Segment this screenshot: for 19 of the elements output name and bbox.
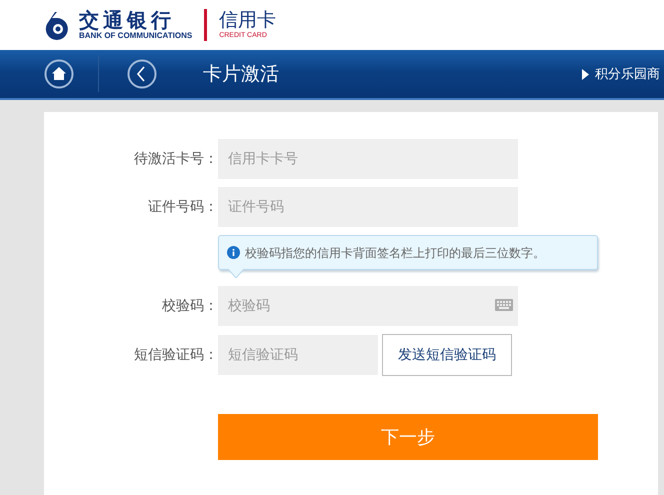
input-field[interactable]: 短信验证码 <box>218 335 378 375</box>
mall-link[interactable]: 积分乐园商 <box>582 65 660 83</box>
product-name: 信用卡 <box>219 9 276 31</box>
page-title: 卡片激活 <box>203 62 279 87</box>
input-field[interactable]: 证件号码 <box>218 187 518 227</box>
field-label: 短信验证码： <box>133 346 218 364</box>
bank-name-english: BANK OF COMMUNICATIONS <box>79 31 192 41</box>
field-label: 待激活卡号： <box>133 150 218 168</box>
hint-text: 校验码指您的信用卡背面签名栏上打印的最后三位数字。 <box>245 245 545 262</box>
info-icon <box>227 246 240 259</box>
input-field[interactable]: 校验码 <box>218 286 518 326</box>
send-code-button[interactable]: 发送短信验证码 <box>382 334 512 376</box>
field-label: 校验码： <box>161 297 218 315</box>
field-label: 证件号码： <box>147 198 218 216</box>
home-icon[interactable] <box>44 59 74 89</box>
bank-name: 交通银行 <box>79 9 175 31</box>
triangle-icon <box>582 68 589 80</box>
back-icon[interactable] <box>127 59 157 89</box>
input-field[interactable]: 信用卡卡号 <box>218 139 518 179</box>
